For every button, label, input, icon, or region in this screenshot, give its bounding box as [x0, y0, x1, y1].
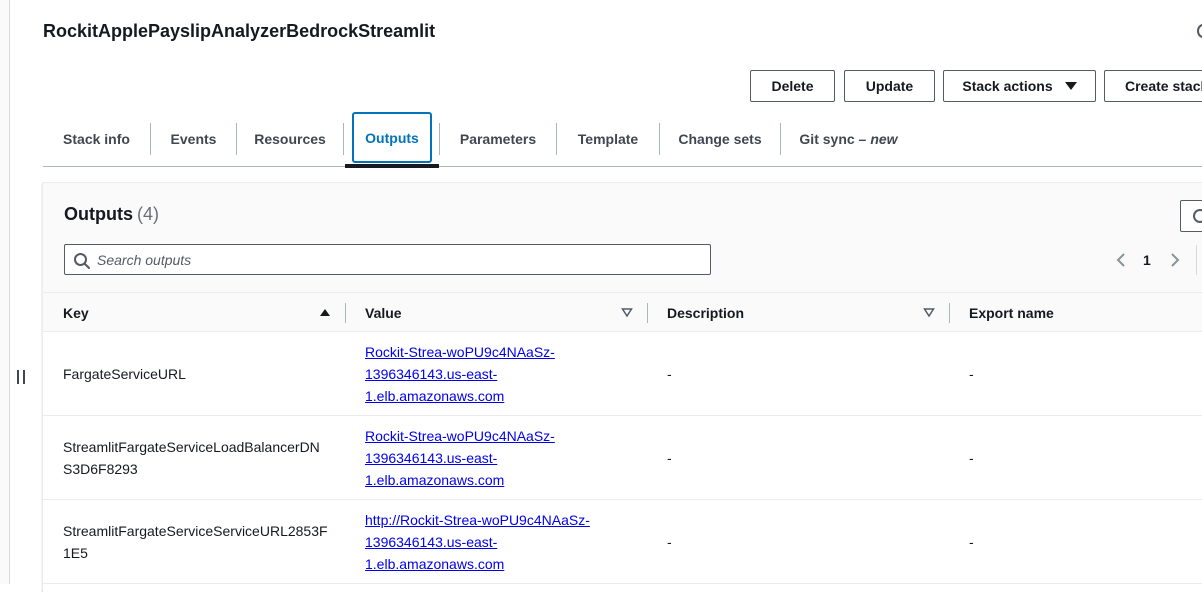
delete-button[interactable]: Delete: [750, 70, 835, 102]
output-key: StreamlitFargateServiceServiceURL2853F1E…: [63, 523, 328, 561]
tab-git-sync[interactable]: Git sync – new: [781, 112, 916, 166]
column-divider[interactable]: [345, 303, 346, 323]
tab-label: Outputs: [365, 130, 419, 146]
column-header-description[interactable]: Description: [667, 293, 937, 332]
table-row: StreamlitFargateServiceLoadBalancerDNS3D…: [43, 416, 1202, 500]
stack-actions-dropdown[interactable]: Stack actions: [943, 70, 1096, 102]
search-input[interactable]: [97, 245, 697, 274]
tab-label: Git sync –: [799, 131, 867, 147]
tab-outputs[interactable]: Outputs: [345, 112, 439, 168]
refresh-button[interactable]: [1180, 200, 1202, 232]
tab-divider: [343, 123, 344, 155]
table-body: FargateServiceURL Rockit-Strea-woPU9c4NA…: [43, 332, 1202, 584]
column-label: Description: [667, 304, 745, 321]
outputs-heading: Outputs (4): [64, 204, 159, 225]
tab-label: Events: [170, 131, 217, 147]
column-label: Key: [63, 304, 89, 321]
page-title: RockitApplePayslipAnalyzerBedrockStreaml…: [43, 21, 436, 41]
column-label: Value: [365, 304, 402, 321]
panel-resize-handle-icon[interactable]: [17, 370, 25, 384]
tab-label: Parameters: [459, 131, 537, 147]
column-header-value[interactable]: Value: [365, 293, 635, 332]
stack-actions-label: Stack actions: [962, 78, 1053, 94]
output-value-link[interactable]: Rockit-Strea-woPU9c4NAaSz-1396346143.us-…: [365, 425, 595, 491]
output-value-link[interactable]: http://Rockit-Strea-woPU9c4NAaSz-1396346…: [365, 509, 595, 575]
search-outputs-field[interactable]: [64, 244, 711, 275]
search-icon: [74, 253, 90, 269]
output-value: Rockit-Strea-woPU9c4NAaSz-1396346143.us-…: [365, 416, 595, 500]
output-key: FargateServiceURL: [63, 366, 186, 382]
column-header-export-name[interactable]: Export name: [969, 293, 1189, 332]
update-button[interactable]: Update: [844, 70, 935, 102]
caret-down-outline-icon[interactable]: [621, 306, 633, 318]
output-description: -: [667, 450, 672, 466]
tab-label: Template: [577, 131, 639, 147]
output-key: StreamlitFargateServiceLoadBalancerDNS3D…: [63, 439, 320, 477]
tab-resources[interactable]: Resources: [237, 112, 343, 166]
output-description: -: [667, 534, 672, 550]
caret-down-outline-icon[interactable]: [923, 306, 935, 318]
column-label: Export name: [969, 304, 1054, 321]
output-value: Rockit-Strea-woPU9c4NAaSz-1396346143.us-…: [365, 332, 595, 416]
outputs-table: Key Value Description Export name Fargat…: [43, 292, 1202, 592]
column-header-key[interactable]: Key: [63, 293, 333, 332]
tab-change-sets[interactable]: Change sets: [660, 112, 780, 166]
create-stack-button[interactable]: Create stack: [1104, 70, 1202, 102]
column-divider[interactable]: [647, 303, 648, 323]
caret-down-icon: [1064, 82, 1077, 90]
table-row: StreamlitFargateServiceServiceURL2853F1E…: [43, 500, 1202, 584]
stack-tabs: Stack info Events Resources Outputs Para…: [43, 110, 1202, 168]
info-icon[interactable]: [1197, 24, 1202, 38]
refresh-icon: [1193, 209, 1202, 223]
tab-active-indicator: [345, 164, 439, 168]
side-navigation-rail: [0, 0, 10, 584]
chevron-left-icon[interactable]: [1114, 252, 1128, 268]
tab-template[interactable]: Template: [557, 112, 659, 166]
tab-events[interactable]: Events: [151, 112, 236, 166]
output-export-name: -: [969, 534, 974, 550]
output-description: -: [667, 366, 672, 382]
page-number[interactable]: 1: [1143, 252, 1151, 268]
output-export-name: -: [969, 450, 974, 466]
tab-parameters[interactable]: Parameters: [440, 112, 556, 166]
tab-label: Stack info: [63, 131, 130, 147]
output-export-name: -: [969, 366, 974, 382]
table-row: FargateServiceURL Rockit-Strea-woPU9c4NA…: [43, 332, 1202, 416]
outputs-panel: Outputs(4) 1 Key Value: [42, 182, 1202, 592]
tab-label: Resources: [254, 131, 326, 147]
pagination-divider: [1196, 245, 1197, 275]
chevron-right-icon[interactable]: [1168, 252, 1182, 268]
new-badge: new: [870, 131, 898, 147]
pagination: 1: [1111, 245, 1202, 275]
outputs-title: Outputs: [64, 204, 133, 224]
tab-label: Change sets: [678, 131, 762, 147]
outputs-count: (4): [137, 204, 159, 224]
output-value-link[interactable]: Rockit-Strea-woPU9c4NAaSz-1396346143.us-…: [365, 341, 595, 407]
column-divider[interactable]: [949, 303, 950, 323]
tab-stack-info[interactable]: Stack info: [43, 112, 150, 166]
table-header: Key Value Description Export name: [43, 293, 1202, 332]
output-value: http://Rockit-Strea-woPU9c4NAaSz-1396346…: [365, 500, 595, 584]
caret-up-icon[interactable]: [319, 306, 331, 318]
